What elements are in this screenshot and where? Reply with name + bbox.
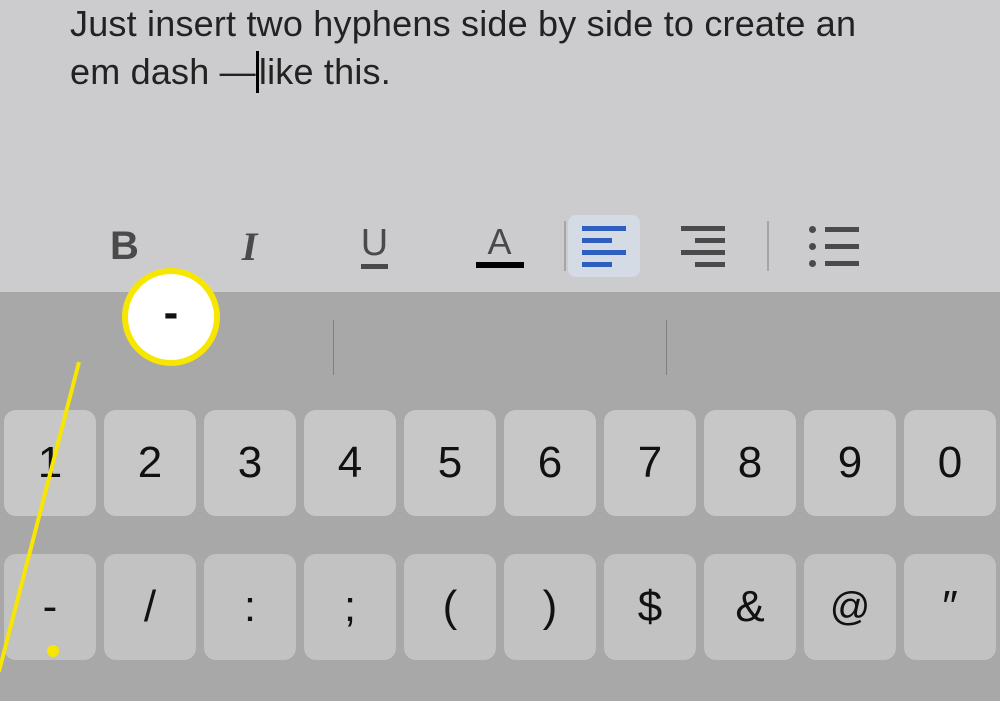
italic-button[interactable]: I <box>187 215 312 277</box>
key-at[interactable]: @ <box>804 554 896 660</box>
key-5[interactable]: 5 <box>404 410 496 516</box>
align-left-button[interactable] <box>568 215 640 277</box>
key-6[interactable]: 6 <box>504 410 596 516</box>
underline-icon: U <box>361 224 388 269</box>
document-area[interactable]: Just insert two hyphens side by side to … <box>0 0 1000 200</box>
key-3[interactable]: 3 <box>204 410 296 516</box>
key-colon[interactable]: : <box>204 554 296 660</box>
key-hyphen[interactable]: - <box>4 554 96 660</box>
align-left-icon <box>582 226 626 267</box>
key-close-paren[interactable]: ) <box>504 554 596 660</box>
document-text[interactable]: Just insert two hyphens side by side to … <box>70 0 930 95</box>
key-7[interactable]: 7 <box>604 410 696 516</box>
key-semicolon[interactable]: ; <box>304 554 396 660</box>
toolbar-separator <box>767 221 769 271</box>
key-8[interactable]: 8 <box>704 410 796 516</box>
text-color-button[interactable]: A <box>437 215 562 277</box>
key-slash[interactable]: / <box>104 554 196 660</box>
key-ampersand[interactable]: & <box>704 554 796 660</box>
on-screen-keyboard: 1 2 3 4 5 6 7 8 9 0 - / : ; ( ) $ & @ ″ <box>0 402 1000 660</box>
text-line-2-before: em dash — <box>70 48 256 96</box>
bold-icon: B <box>110 224 139 269</box>
key-2[interactable]: 2 <box>104 410 196 516</box>
suggestion-separator <box>333 320 334 375</box>
toolbar-separator <box>564 221 566 271</box>
keyboard-row-1: 1 2 3 4 5 6 7 8 9 0 <box>0 410 1000 516</box>
align-right-button[interactable] <box>640 215 765 277</box>
key-open-paren[interactable]: ( <box>404 554 496 660</box>
text-line-1: Just insert two hyphens side by side to … <box>70 3 856 44</box>
align-right-icon <box>681 226 725 267</box>
text-cursor <box>256 51 259 93</box>
callout-bubble: - <box>122 268 220 366</box>
underline-button[interactable]: U <box>312 215 437 277</box>
bullet-list-button[interactable] <box>771 215 896 277</box>
key-4[interactable]: 4 <box>304 410 396 516</box>
callout-endpoint <box>47 645 59 657</box>
text-line-2-after: like this. <box>259 51 391 92</box>
key-double-prime[interactable]: ″ <box>904 554 996 660</box>
suggestion-separator <box>666 320 667 375</box>
italic-icon: I <box>242 223 258 270</box>
key-dollar[interactable]: $ <box>604 554 696 660</box>
hyphen-glyph: - <box>164 291 179 335</box>
keyboard-row-2: - / : ; ( ) $ & @ ″ <box>0 554 1000 660</box>
text-color-icon: A <box>476 224 524 268</box>
key-9[interactable]: 9 <box>804 410 896 516</box>
bullet-list-icon <box>809 226 859 267</box>
key-0[interactable]: 0 <box>904 410 996 516</box>
